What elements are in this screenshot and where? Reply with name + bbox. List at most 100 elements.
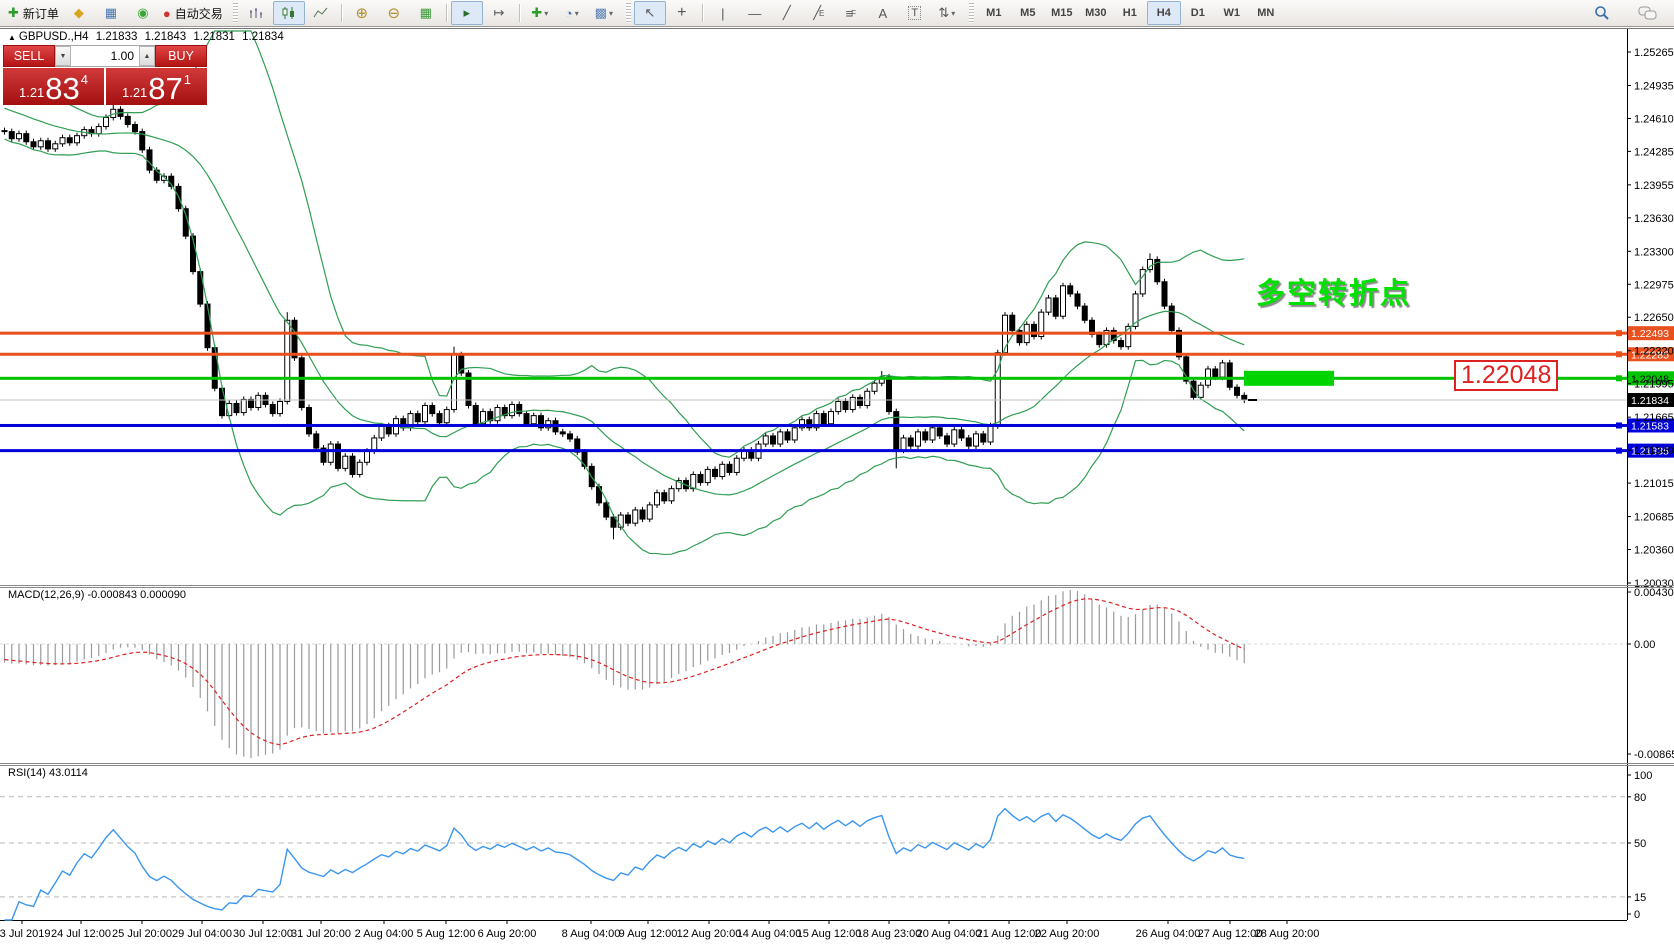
bar-chart-button[interactable] xyxy=(241,1,273,25)
tile-windows-button[interactable]: ▦ xyxy=(410,1,442,25)
candle xyxy=(959,430,964,438)
tab-timeframe-m30[interactable]: M30 xyxy=(1079,1,1113,25)
horizontal-line-marker[interactable] xyxy=(1616,422,1622,428)
price-callout-box[interactable]: 1.22048 xyxy=(1454,360,1558,391)
axis-label: 80 xyxy=(1634,792,1646,804)
tab-timeframe-m5[interactable]: M5 xyxy=(1011,1,1045,25)
candle xyxy=(495,408,500,421)
quote-bar: ▲GBPUSD.,H4 1.21833 1.21843 1.21831 1.21… xyxy=(8,31,288,43)
axis-label: 0 xyxy=(1634,909,1640,921)
text-button[interactable]: A xyxy=(867,1,899,25)
sell-button[interactable]: SELL xyxy=(3,45,55,67)
turning-point-annotation[interactable]: 多空转折点 xyxy=(1256,270,1411,312)
indicators-button[interactable]: ✚▾ xyxy=(524,1,556,25)
tab-timeframe-mn[interactable]: MN xyxy=(1249,1,1283,25)
tab-timeframe-w1[interactable]: W1 xyxy=(1215,1,1249,25)
text-label-button[interactable]: T xyxy=(899,1,931,25)
periods-button[interactable]: ◔▾ xyxy=(556,1,588,25)
search-button[interactable] xyxy=(1586,1,1618,25)
profiles-button[interactable]: ◆ xyxy=(63,1,95,25)
templates-button[interactable]: ▩▾ xyxy=(588,1,620,25)
axis-label: 1.23955 xyxy=(1634,180,1674,192)
horizontal-line-button[interactable]: — xyxy=(739,1,771,25)
candle xyxy=(763,436,768,444)
candle xyxy=(241,399,246,412)
candle xyxy=(531,416,536,424)
collapse-triangle-icon[interactable]: ▲ xyxy=(8,33,16,42)
tab-timeframe-m1[interactable]: M1 xyxy=(977,1,1011,25)
buy-price-big: 87 xyxy=(148,75,182,103)
horizontal-line[interactable] xyxy=(0,377,1627,380)
candle xyxy=(386,426,391,434)
sell-price-display[interactable]: 1.21 83 4 xyxy=(3,68,104,105)
tab-timeframe-m15[interactable]: M15 xyxy=(1045,1,1079,25)
horizontal-line-marker[interactable] xyxy=(1616,330,1622,336)
signal-button[interactable]: ◉ xyxy=(127,1,159,25)
toolbar-separator xyxy=(446,4,447,22)
buy-price-display[interactable]: 1.21 87 1 xyxy=(106,68,207,105)
candle xyxy=(256,395,261,407)
text-icon: A xyxy=(878,6,887,21)
vertical-line-icon: | xyxy=(721,6,724,21)
horizontal-line[interactable] xyxy=(0,332,1627,335)
candle xyxy=(829,412,834,424)
horizontal-line[interactable] xyxy=(0,353,1627,356)
candle xyxy=(727,464,732,472)
charts-window-button[interactable]: ▦ xyxy=(95,1,127,25)
candlestick-chart-button[interactable] xyxy=(273,1,305,25)
axis-label: 1.23300 xyxy=(1634,246,1674,258)
search-icon xyxy=(1594,5,1610,21)
chat-icon xyxy=(1638,6,1658,21)
candle xyxy=(966,438,971,446)
toolbar-separator xyxy=(341,4,342,22)
equidistant-channel-button[interactable]: ╱E xyxy=(803,1,835,25)
candle xyxy=(24,134,29,142)
time-axis-label: 15 Aug 12:00 xyxy=(797,928,862,940)
cursor-button[interactable]: ↖ xyxy=(634,1,666,25)
new-order-button[interactable]: ✚ 新订单 xyxy=(4,1,63,25)
volume-decrease-button[interactable]: ▼ xyxy=(55,46,71,66)
zoom-out-button[interactable]: ⊖ xyxy=(378,1,410,25)
buy-button[interactable]: BUY xyxy=(155,45,207,67)
fibonacci-button[interactable]: ≡F xyxy=(835,1,867,25)
green-rectangle-annotation[interactable] xyxy=(1244,371,1334,386)
chart-shift-button[interactable]: ↦ xyxy=(483,1,515,25)
candle xyxy=(60,138,65,144)
zoom-in-icon: ⊕ xyxy=(356,4,369,22)
tab-timeframe-h4[interactable]: H4 xyxy=(1147,1,1181,25)
dropdown-caret-icon: ▾ xyxy=(609,9,613,18)
fibonacci-sub-label: F xyxy=(851,9,856,18)
candle xyxy=(350,456,355,474)
autotrading-label: 自动交易 xyxy=(175,5,223,22)
macd-signal-line xyxy=(5,599,1245,745)
auto-scroll-icon: ▸ xyxy=(464,5,471,21)
zoom-in-button[interactable]: ⊕ xyxy=(346,1,378,25)
horizontal-line-marker[interactable] xyxy=(1616,351,1622,357)
candle xyxy=(292,320,297,358)
tile-windows-icon: ▦ xyxy=(420,5,432,21)
trendline-button[interactable]: ╱ xyxy=(771,1,803,25)
line-chart-button[interactable] xyxy=(305,1,337,25)
horizontal-line[interactable] xyxy=(0,449,1627,452)
quote-low: 1.21831 xyxy=(193,31,235,43)
candle xyxy=(988,426,993,442)
tab-timeframe-h1[interactable]: H1 xyxy=(1113,1,1147,25)
crosshair-button[interactable]: + xyxy=(666,1,698,25)
channel-sub-label: E xyxy=(819,9,824,18)
auto-scroll-button[interactable]: ▸ xyxy=(451,1,483,25)
chat-button[interactable] xyxy=(1632,1,1664,25)
volume-increase-button[interactable]: ▲ xyxy=(139,46,155,66)
dropdown-caret-icon: ▾ xyxy=(575,9,579,18)
autotrading-button[interactable]: ● 自动交易 xyxy=(159,1,227,25)
horizontal-line-marker[interactable] xyxy=(1616,448,1622,454)
chart-canvas[interactable]: 1.224931.222851.220481.215831.213351.218… xyxy=(0,0,1674,950)
horizontal-line[interactable] xyxy=(0,424,1627,427)
volume-input[interactable] xyxy=(71,46,139,66)
axis-label: 1.21995 xyxy=(1634,379,1674,391)
vertical-line-button[interactable]: | xyxy=(707,1,739,25)
tab-timeframe-d1[interactable]: D1 xyxy=(1181,1,1215,25)
candle xyxy=(836,401,841,411)
horizontal-line-marker[interactable] xyxy=(1616,375,1622,381)
candle xyxy=(1097,334,1102,344)
arrows-button[interactable]: ⇅▾ xyxy=(931,1,963,25)
